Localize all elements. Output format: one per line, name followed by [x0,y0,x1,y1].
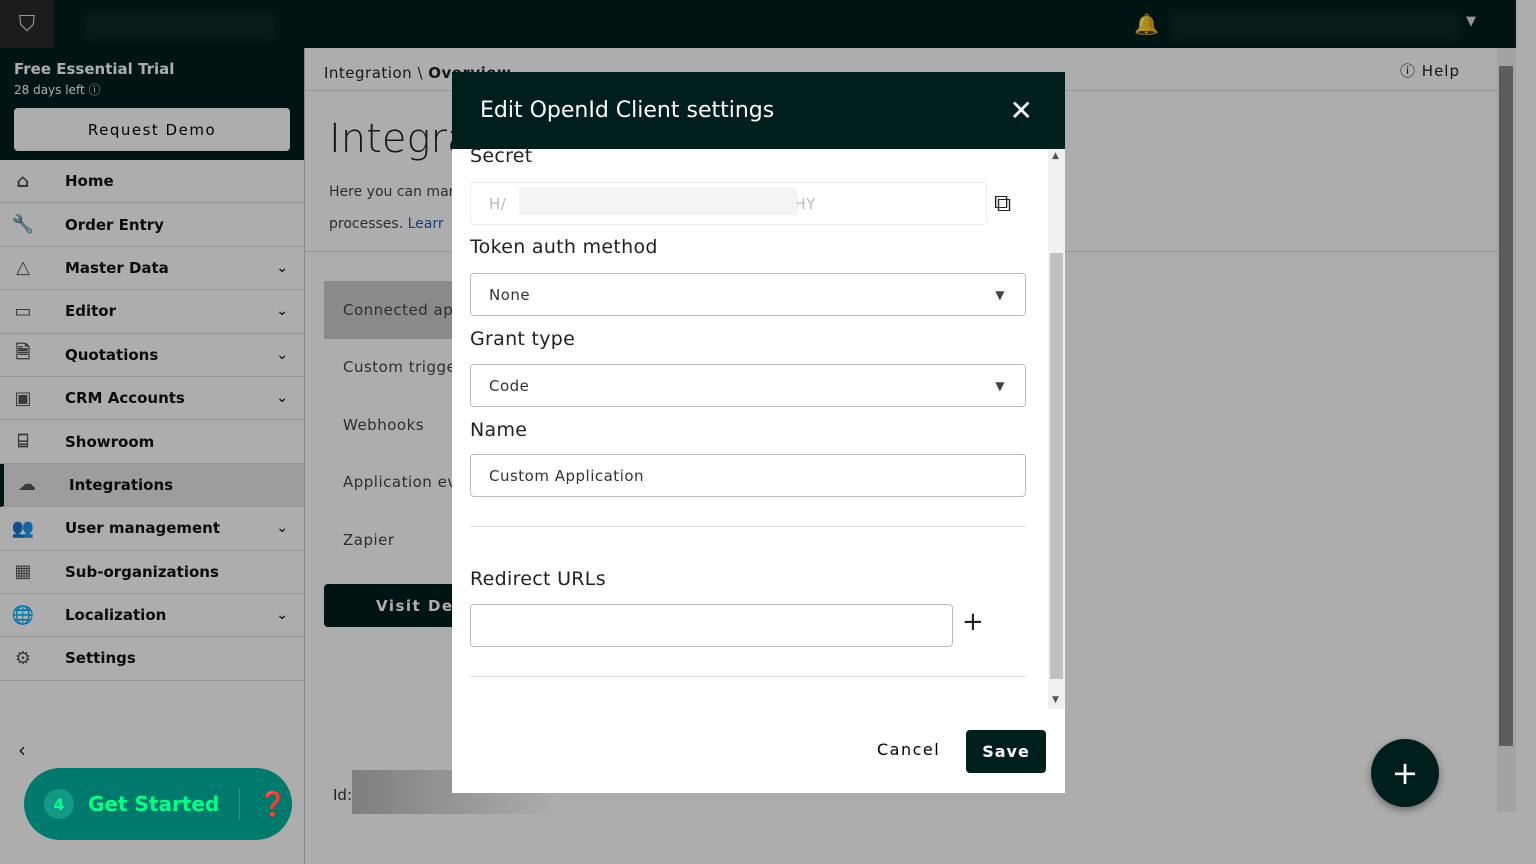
modal-title: Edit OpenId Client settings [480,98,775,123]
modal-header: Edit OpenId Client settings ✕ [452,72,1065,149]
get-started-button[interactable]: 4 Get Started ❓ [24,768,292,840]
secret-label: Secret [470,149,533,167]
add-redirect-url-icon[interactable]: + [962,607,984,637]
save-button[interactable]: Save [966,730,1046,773]
add-fab-button[interactable]: + [1371,739,1439,807]
edit-openid-modal: Edit OpenId Client settings ✕ Secret H/ … [452,72,1065,793]
redirect-urls-label: Redirect URLs [470,568,606,590]
cancel-button[interactable]: Cancel [877,740,940,759]
name-value: Custom Application [489,466,645,485]
divider [470,676,1026,677]
name-label: Name [470,419,528,441]
dropdown-arrow-icon: ▼ [995,287,1005,302]
divider [470,526,1026,527]
copy-icon[interactable]: ⧉ [994,189,1011,217]
grant-type-select[interactable]: Code ▼ [470,364,1026,407]
grant-type-label: Grant type [470,328,576,350]
modal-scrollbar[interactable]: ▲ ▼ [1048,149,1065,709]
grant-type-value: Code [489,376,530,395]
token-auth-value: None [489,285,531,304]
secret-start: H/ [489,194,507,213]
name-input[interactable]: Custom Application [470,454,1026,497]
secret-end: HY [794,194,816,213]
token-auth-select[interactable]: None ▼ [470,273,1026,316]
dropdown-arrow-icon: ▼ [995,378,1005,393]
token-auth-label: Token auth method [470,236,658,258]
get-started-count: 4 [44,789,74,819]
help-cards-icon: ❓ [258,790,289,818]
get-started-label: Get Started [88,792,220,816]
secret-field[interactable]: H/ HY [470,182,987,225]
redacted-secret [519,187,797,215]
modal-body: Secret H/ HY ⧉ Token auth method None ▼ G… [470,149,1026,709]
redirect-url-input[interactable] [470,604,953,647]
close-icon[interactable]: ✕ [1010,94,1033,127]
